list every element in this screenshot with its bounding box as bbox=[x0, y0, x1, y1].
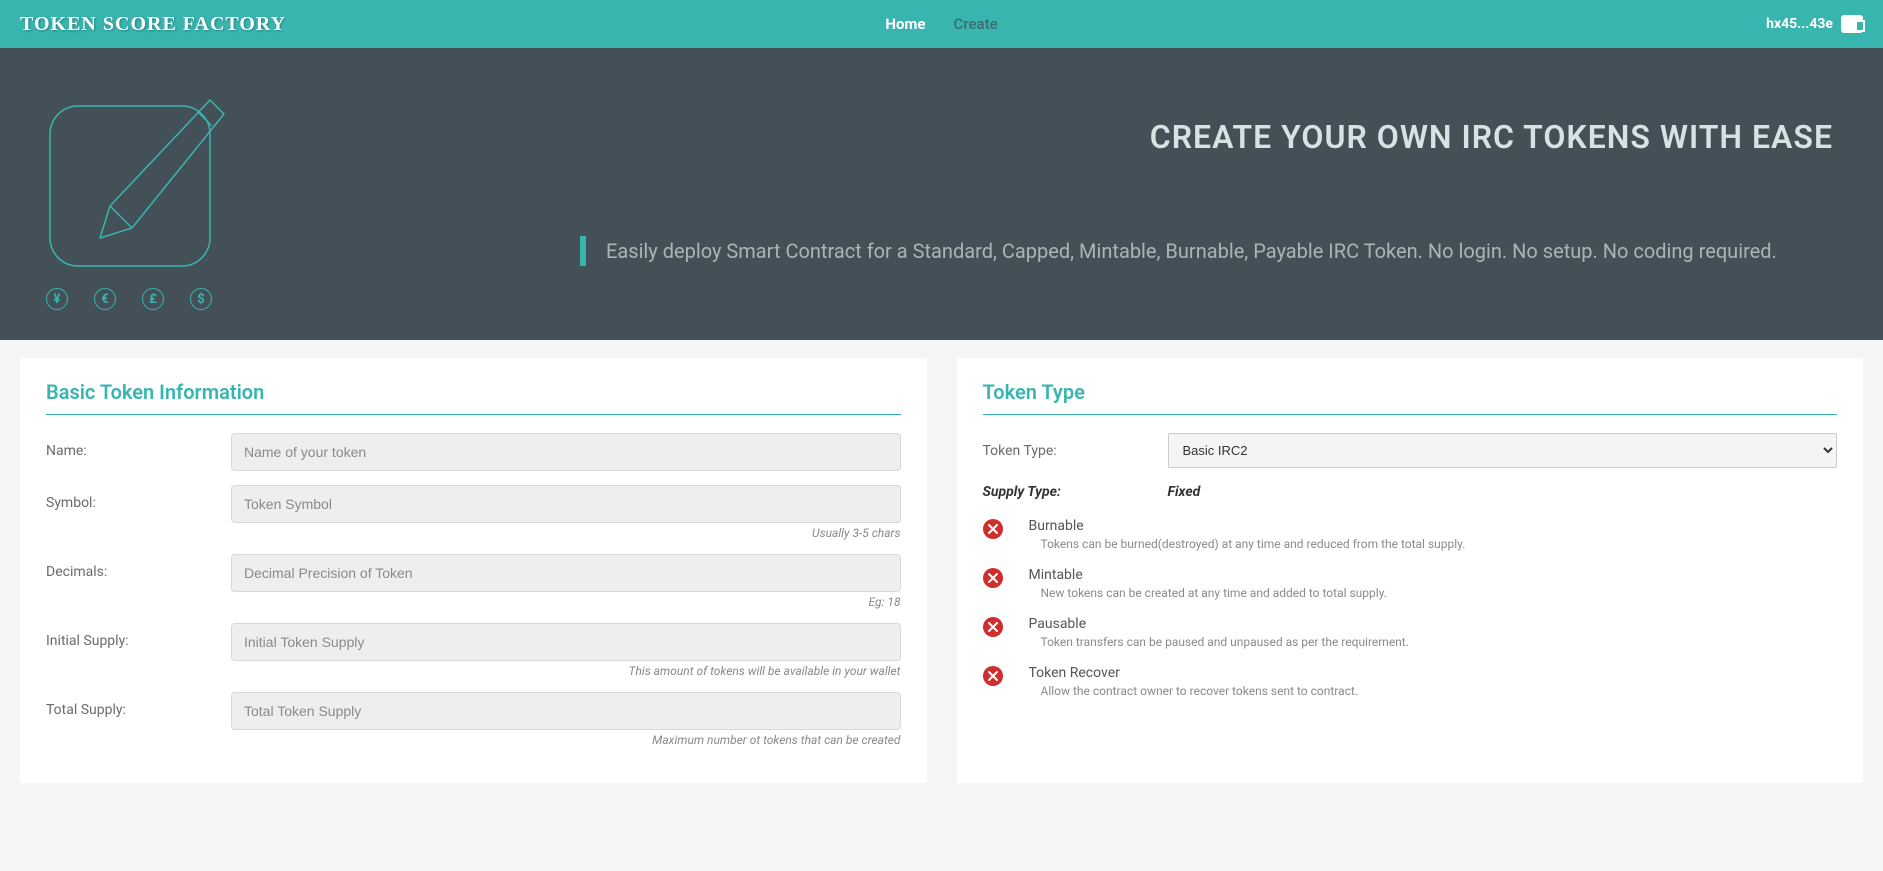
token-type-row: Token Type: Basic IRC2 bbox=[983, 433, 1838, 468]
name-row: Name: bbox=[46, 433, 901, 471]
hero-quote: Easily deploy Smart Contract for a Stand… bbox=[580, 236, 1833, 266]
x-icon bbox=[983, 519, 1003, 539]
feature-name: Pausable bbox=[1029, 616, 1838, 632]
feature-name: Token Recover bbox=[1029, 665, 1838, 681]
hero: ¥ € £ $ CREATE YOUR OWN IRC TOKENS WITH … bbox=[0, 48, 1883, 340]
feature-desc: New tokens can be created at any time an… bbox=[1029, 586, 1838, 600]
x-icon bbox=[983, 568, 1003, 588]
hero-illustration: ¥ € £ $ bbox=[40, 88, 260, 310]
cards-row: Basic Token Information Name: Symbol: Us… bbox=[0, 340, 1883, 801]
total-supply-row: Total Supply: Maximum number ot tokens t… bbox=[46, 692, 901, 747]
wallet-icon bbox=[1841, 15, 1863, 33]
pencil-edit-icon bbox=[40, 88, 230, 278]
initial-supply-row: Initial Supply: This amount of tokens wi… bbox=[46, 623, 901, 678]
feature-pausable: Pausable Token transfers can be paused a… bbox=[983, 616, 1838, 649]
dollar-icon: $ bbox=[190, 288, 212, 310]
logo[interactable]: TOKEN SCORE FACTORY bbox=[20, 13, 286, 36]
wallet-address[interactable]: hx45...43e bbox=[1766, 15, 1863, 33]
x-icon bbox=[983, 617, 1003, 637]
euro-icon: € bbox=[94, 288, 116, 310]
feature-desc: Allow the contract owner to recover toke… bbox=[1029, 684, 1838, 698]
initial-supply-hint: This amount of tokens will be available … bbox=[231, 664, 901, 678]
total-supply-label: Total Supply: bbox=[46, 692, 231, 718]
nav-create[interactable]: Create bbox=[954, 15, 998, 33]
total-supply-hint: Maximum number ot tokens that can be cre… bbox=[231, 733, 901, 747]
basic-info-title: Basic Token Information bbox=[46, 380, 901, 415]
header: TOKEN SCORE FACTORY Home Create hx45...4… bbox=[0, 0, 1883, 48]
symbol-input[interactable] bbox=[231, 485, 901, 523]
feature-mintable: Mintable New tokens can be created at an… bbox=[983, 567, 1838, 600]
supply-type-value: Fixed bbox=[1168, 484, 1201, 500]
decimals-row: Decimals: Eg: 18 bbox=[46, 554, 901, 609]
feature-desc: Tokens can be burned(destroyed) at any t… bbox=[1029, 537, 1838, 551]
name-input[interactable] bbox=[231, 433, 901, 471]
token-type-title: Token Type bbox=[983, 380, 1838, 415]
token-type-card: Token Type Token Type: Basic IRC2 Supply… bbox=[957, 358, 1864, 783]
yen-icon: ¥ bbox=[46, 288, 68, 310]
feature-name: Burnable bbox=[1029, 518, 1838, 534]
symbol-row: Symbol: Usually 3-5 chars bbox=[46, 485, 901, 540]
initial-supply-label: Initial Supply: bbox=[46, 623, 231, 649]
wallet-address-text: hx45...43e bbox=[1766, 16, 1833, 32]
decimals-label: Decimals: bbox=[46, 554, 231, 580]
initial-supply-input[interactable] bbox=[231, 623, 901, 661]
nav-home[interactable]: Home bbox=[885, 15, 925, 33]
feature-desc: Token transfers can be paused and unpaus… bbox=[1029, 635, 1838, 649]
nav: Home Create bbox=[885, 15, 997, 33]
symbol-hint: Usually 3-5 chars bbox=[231, 526, 901, 540]
total-supply-input[interactable] bbox=[231, 692, 901, 730]
currency-icons: ¥ € £ $ bbox=[40, 288, 260, 310]
feature-token-recover: Token Recover Allow the contract owner t… bbox=[983, 665, 1838, 698]
supply-type-row: Supply Type: Fixed bbox=[983, 484, 1838, 500]
feature-burnable: Burnable Tokens can be burned(destroyed)… bbox=[983, 518, 1838, 551]
hero-text: CREATE YOUR OWN IRC TOKENS WITH EASE Eas… bbox=[300, 88, 1843, 310]
supply-type-label: Supply Type: bbox=[983, 484, 1168, 500]
name-label: Name: bbox=[46, 433, 231, 459]
token-type-label: Token Type: bbox=[983, 443, 1168, 459]
x-icon bbox=[983, 666, 1003, 686]
decimals-input[interactable] bbox=[231, 554, 901, 592]
pound-icon: £ bbox=[142, 288, 164, 310]
hero-title: CREATE YOUR OWN IRC TOKENS WITH EASE bbox=[300, 118, 1833, 156]
feature-name: Mintable bbox=[1029, 567, 1838, 583]
decimals-hint: Eg: 18 bbox=[231, 595, 901, 609]
basic-info-card: Basic Token Information Name: Symbol: Us… bbox=[20, 358, 927, 783]
symbol-label: Symbol: bbox=[46, 485, 231, 511]
token-type-select[interactable]: Basic IRC2 bbox=[1168, 433, 1838, 468]
